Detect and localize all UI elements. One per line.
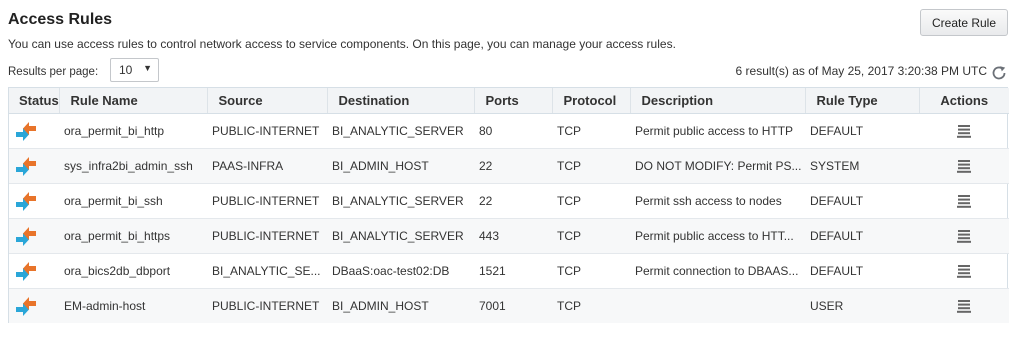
page-description: You can use access rules to control netw… xyxy=(8,37,676,51)
hamburger-menu-icon[interactable] xyxy=(957,229,971,243)
cell-protocol: TCP xyxy=(552,218,630,254)
actions-cell[interactable] xyxy=(919,183,1009,219)
cell-destination: BI_ADMIN_HOST xyxy=(327,148,474,184)
cell-ports: 1521 xyxy=(474,253,552,289)
in-out-arrows-icon xyxy=(16,226,36,246)
column-header-rule-type[interactable]: Rule Type xyxy=(805,88,920,114)
results-per-page-value: 10 xyxy=(119,63,133,77)
cell-ports: 80 xyxy=(474,113,552,149)
cell-name: ora_permit_bi_https xyxy=(59,218,207,254)
cell-protocol: TCP xyxy=(552,183,630,219)
cell-type: DEFAULT xyxy=(805,218,919,254)
table-row[interactable]: ora_bics2db_dbport BI_ANALYTIC_SE... DBaaS… xyxy=(9,253,1009,289)
results-summary: 6 result(s) as of May 25, 2017 3:20:38 P… xyxy=(735,64,987,78)
actions-cell[interactable] xyxy=(919,148,1009,184)
actions-cell[interactable] xyxy=(919,253,1009,289)
page-title: Access Rules xyxy=(8,11,113,28)
cell-source: PUBLIC-INTERNET xyxy=(207,288,327,323)
cell-ports: 7001 xyxy=(474,288,552,323)
table-header-row: Status Rule Name Source Destination Ports Pro… xyxy=(9,88,1009,114)
table-row[interactable]: EM-admin-host PUBLIC-INTERNET BI_ADMIN_HOS… xyxy=(9,288,1009,323)
column-header-source[interactable]: Source xyxy=(207,88,328,114)
create-rule-button[interactable]: Create Rule xyxy=(920,9,1008,36)
cell-protocol: TCP xyxy=(552,113,630,149)
cell-source: PUBLIC-INTERNET xyxy=(207,183,327,219)
cell-type: DEFAULT xyxy=(805,183,919,219)
column-header-destination[interactable]: Destination xyxy=(327,88,475,114)
status-cell xyxy=(9,113,59,149)
table-row[interactable]: ora_permit_bi_http PUBLIC-INTERNET BI_ANAL… xyxy=(9,113,1009,149)
cell-description: Permit ssh access to nodes xyxy=(630,183,805,219)
cell-type: SYSTEM xyxy=(805,148,919,184)
cell-name: ora_permit_bi_ssh xyxy=(59,183,207,219)
cell-destination: BI_ANALYTIC_SERVER xyxy=(327,113,474,149)
in-out-arrows-icon xyxy=(16,261,36,281)
cell-description: Permit public access to HTTP xyxy=(630,113,805,149)
status-cell xyxy=(9,183,59,219)
column-header-description[interactable]: Description xyxy=(630,88,806,114)
status-cell xyxy=(9,253,59,289)
cell-destination: BI_ANALYTIC_SERVER xyxy=(327,218,474,254)
column-header-status[interactable]: Status xyxy=(9,88,60,114)
cell-destination: DBaaS:oac-test02:DB xyxy=(327,253,474,289)
results-per-page-select[interactable]: 10 ▼ xyxy=(110,58,159,82)
cell-ports: 443 xyxy=(474,218,552,254)
results-per-page-label: Results per page: xyxy=(8,66,99,78)
status-cell xyxy=(9,218,59,254)
hamburger-menu-icon[interactable] xyxy=(957,124,971,138)
hamburger-menu-icon[interactable] xyxy=(957,159,971,173)
cell-type: DEFAULT xyxy=(805,113,919,149)
cell-name: ora_bics2db_dbport xyxy=(59,253,207,289)
column-header-ports[interactable]: Ports xyxy=(474,88,553,114)
cell-source: PUBLIC-INTERNET xyxy=(207,218,327,254)
actions-cell[interactable] xyxy=(919,288,1009,323)
column-header-protocol[interactable]: Protocol xyxy=(552,88,631,114)
column-header-rule-name[interactable]: Rule Name xyxy=(59,88,208,114)
in-out-arrows-icon xyxy=(16,191,36,211)
cell-protocol: TCP xyxy=(552,253,630,289)
cell-name: sys_infra2bi_admin_ssh xyxy=(59,148,207,184)
table-row[interactable]: ora_permit_bi_ssh PUBLIC-INTERNET BI_ANALY… xyxy=(9,183,1009,219)
cell-source: PAAS-INFRA xyxy=(207,148,327,184)
table-row[interactable]: sys_infra2bi_admin_ssh PAAS-INFRA BI_ADMIN… xyxy=(9,148,1009,184)
chevron-down-icon: ▼ xyxy=(143,63,152,73)
cell-description: Permit public access to HTT... xyxy=(630,218,805,254)
cell-source: PUBLIC-INTERNET xyxy=(207,113,327,149)
actions-cell[interactable] xyxy=(919,113,1009,149)
in-out-arrows-icon xyxy=(16,121,36,141)
table-row[interactable]: ora_permit_bi_https PUBLIC-INTERNET BI_ANA… xyxy=(9,218,1009,254)
hamburger-menu-icon[interactable] xyxy=(957,299,971,313)
cell-name: ora_permit_bi_http xyxy=(59,113,207,149)
cell-type: DEFAULT xyxy=(805,253,919,289)
status-cell xyxy=(9,288,59,323)
refresh-icon[interactable] xyxy=(990,64,1008,82)
in-out-arrows-icon xyxy=(16,156,36,176)
status-cell xyxy=(9,148,59,184)
cell-description xyxy=(630,288,805,323)
hamburger-menu-icon[interactable] xyxy=(957,194,971,208)
cell-destination: BI_ANALYTIC_SERVER xyxy=(327,183,474,219)
hamburger-menu-icon[interactable] xyxy=(957,264,971,278)
cell-destination: BI_ADMIN_HOST xyxy=(327,288,474,323)
cell-description: Permit connection to DBAAS... xyxy=(630,253,805,289)
cell-protocol: TCP xyxy=(552,288,630,323)
cell-ports: 22 xyxy=(474,148,552,184)
cell-ports: 22 xyxy=(474,183,552,219)
cell-description: DO NOT MODIFY: Permit PS... xyxy=(630,148,805,184)
cell-source: BI_ANALYTIC_SE... xyxy=(207,253,327,289)
cell-protocol: TCP xyxy=(552,148,630,184)
column-header-actions[interactable]: Actions xyxy=(919,88,1009,114)
access-rules-table: Status Rule Name Source Destination Ports Pro… xyxy=(8,87,1009,323)
actions-cell[interactable] xyxy=(919,218,1009,254)
in-out-arrows-icon xyxy=(16,296,36,316)
cell-name: EM-admin-host xyxy=(59,288,207,323)
cell-type: USER xyxy=(805,288,919,323)
